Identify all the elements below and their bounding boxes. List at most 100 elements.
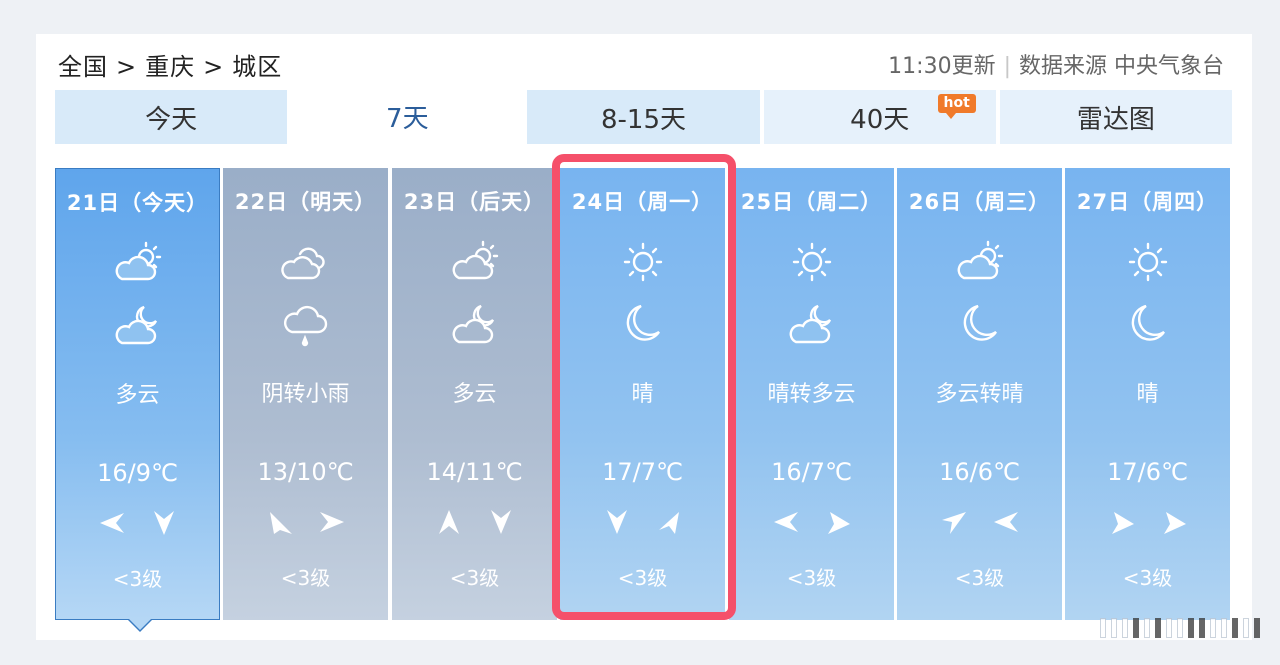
wind-west-icon — [993, 512, 1018, 532]
day-date: 21日（今天） — [66, 191, 209, 215]
daily-forecast: 21日（今天） 多云 16/9℃ <3级 22日（明天） 阴转小雨 13/10℃… — [55, 168, 1231, 632]
day-column-2[interactable]: 23日（后天） 多云 14/11℃ <3级 — [392, 168, 557, 620]
weather-description: 晴 — [1136, 382, 1159, 407]
cloudy-icon — [278, 238, 334, 286]
partly-cloudy-night-icon — [110, 301, 166, 349]
sunny-icon — [615, 238, 671, 286]
watermark-bar — [1254, 618, 1260, 638]
sunny-icon — [784, 238, 840, 286]
data-source: 数据来源 中央气象台 — [1019, 54, 1224, 79]
wind-level: <3级 — [1122, 566, 1173, 590]
wind-northwest-icon — [941, 512, 966, 534]
wind-level: <3级 — [449, 566, 500, 590]
breadcrumb-province[interactable]: 重庆 — [145, 53, 195, 81]
tab-radar[interactable]: 雷达图 — [999, 90, 1233, 144]
wind-directions — [897, 508, 1062, 540]
watermark-bar — [1100, 618, 1106, 638]
day-column-5[interactable]: 26日（周三） 多云转晴 16/6℃ <3级 — [897, 168, 1062, 620]
tab-label: 今天 — [145, 104, 198, 135]
watermark-bar — [1232, 618, 1238, 638]
tab-label: 40天 — [850, 104, 910, 135]
temperature-range: 16/9℃ — [97, 459, 178, 487]
partly-cloudy-icon — [952, 238, 1008, 286]
watermark-bar — [1144, 618, 1150, 638]
day-column-0[interactable]: 21日（今天） 多云 16/9℃ <3级 — [55, 168, 220, 632]
day-date: 27日（周四） — [1076, 190, 1219, 214]
wind-directions — [729, 508, 894, 540]
wind-level: <3级 — [617, 566, 668, 590]
breadcrumb-separator: > — [116, 53, 138, 81]
hot-badge: hot — [937, 94, 976, 119]
wind-directions — [56, 509, 219, 541]
temperature-range: 14/11℃ — [426, 458, 523, 486]
breadcrumb: 全国 > 重庆 > 城区 — [58, 50, 282, 84]
tab-40-days[interactable]: 40天 hot — [763, 90, 996, 144]
moon-icon — [1120, 300, 1176, 348]
watermark-bar — [1210, 618, 1216, 638]
wind-south-icon — [490, 510, 511, 534]
partly-cloudy-icon — [110, 239, 166, 287]
wind-level: <3级 — [112, 567, 163, 591]
meta-divider: | — [1003, 54, 1011, 79]
watermark-bar — [1133, 618, 1139, 638]
light-rain-icon — [278, 300, 334, 348]
wind-north-icon — [438, 510, 459, 534]
watermark-bar — [1122, 618, 1128, 638]
watermark-bar — [1188, 618, 1194, 638]
wind-level: <3级 — [954, 566, 1005, 590]
day-column-3[interactable]: 24日（周一） 晴 17/7℃ <3级 — [560, 168, 725, 620]
partly-cloudy-night-icon — [447, 300, 503, 348]
tab-today[interactable]: 今天 — [55, 90, 288, 144]
weather-description: 晴 — [631, 382, 654, 407]
wind-directions — [1065, 508, 1230, 540]
wind-southeast-icon — [827, 512, 850, 534]
day-column-1[interactable]: 22日（明天） 阴转小雨 13/10℃ <3级 — [223, 168, 388, 620]
weather-description: 多云 — [115, 383, 160, 408]
moon-icon — [952, 300, 1008, 348]
tab-7-days[interactable]: 7天 — [291, 90, 524, 144]
moon-icon — [615, 300, 671, 348]
wind-southeast-icon — [1111, 512, 1134, 534]
update-time: 11:30更新 — [888, 54, 996, 79]
wind-south-icon — [606, 510, 627, 534]
sunny-icon — [1120, 238, 1176, 286]
watermark-bar — [1155, 618, 1161, 638]
wind-directions — [560, 508, 725, 540]
wind-level: <3级 — [280, 566, 331, 590]
tab-8-15-days[interactable]: 8-15天 — [527, 90, 760, 144]
weather-description: 多云 — [452, 382, 497, 407]
wind-northeast-icon — [269, 512, 292, 534]
day-column-4[interactable]: 25日（周二） 晴转多云 16/7℃ <3级 — [729, 168, 894, 620]
partly-cloudy-icon — [447, 238, 503, 286]
tab-label: 雷达图 — [1076, 104, 1155, 135]
breadcrumb-separator: > — [203, 53, 225, 81]
temperature-range: 17/7℃ — [602, 458, 683, 486]
wind-directions — [223, 508, 388, 540]
wind-south-icon — [153, 511, 174, 535]
temperature-range: 16/6℃ — [939, 458, 1020, 486]
wind-east-icon — [319, 512, 344, 532]
temperature-range: 16/7℃ — [771, 458, 852, 486]
wind-west-icon — [773, 512, 798, 532]
watermark-bar — [1111, 618, 1117, 638]
weather-description: 多云转晴 — [935, 382, 1024, 407]
day-date: 26日（周三） — [908, 190, 1051, 214]
wind-southeast-icon — [1163, 512, 1186, 534]
watermark-bar — [1243, 618, 1249, 638]
update-info: 11:30更新 | 数据来源 中央气象台 — [888, 50, 1224, 84]
watermark-bar — [1177, 618, 1183, 638]
wind-west-icon — [99, 513, 124, 533]
temperature-range: 17/6℃ — [1107, 458, 1188, 486]
day-column-6[interactable]: 27日（周四） 晴 17/6℃ <3级 — [1065, 168, 1230, 620]
breadcrumb-country[interactable]: 全国 — [58, 53, 108, 81]
temperature-range: 13/10℃ — [257, 458, 354, 486]
watermark — [940, 617, 1260, 639]
weather-description: 阴转小雨 — [261, 382, 350, 407]
wind-level: <3级 — [786, 566, 837, 590]
watermark-bar — [1199, 618, 1205, 638]
tab-label: 7天 — [386, 103, 429, 134]
breadcrumb-city[interactable]: 城区 — [232, 53, 282, 81]
day-date: 23日（后天） — [403, 190, 546, 214]
tab-label: 8-15天 — [601, 104, 687, 135]
wind-directions — [392, 508, 557, 540]
